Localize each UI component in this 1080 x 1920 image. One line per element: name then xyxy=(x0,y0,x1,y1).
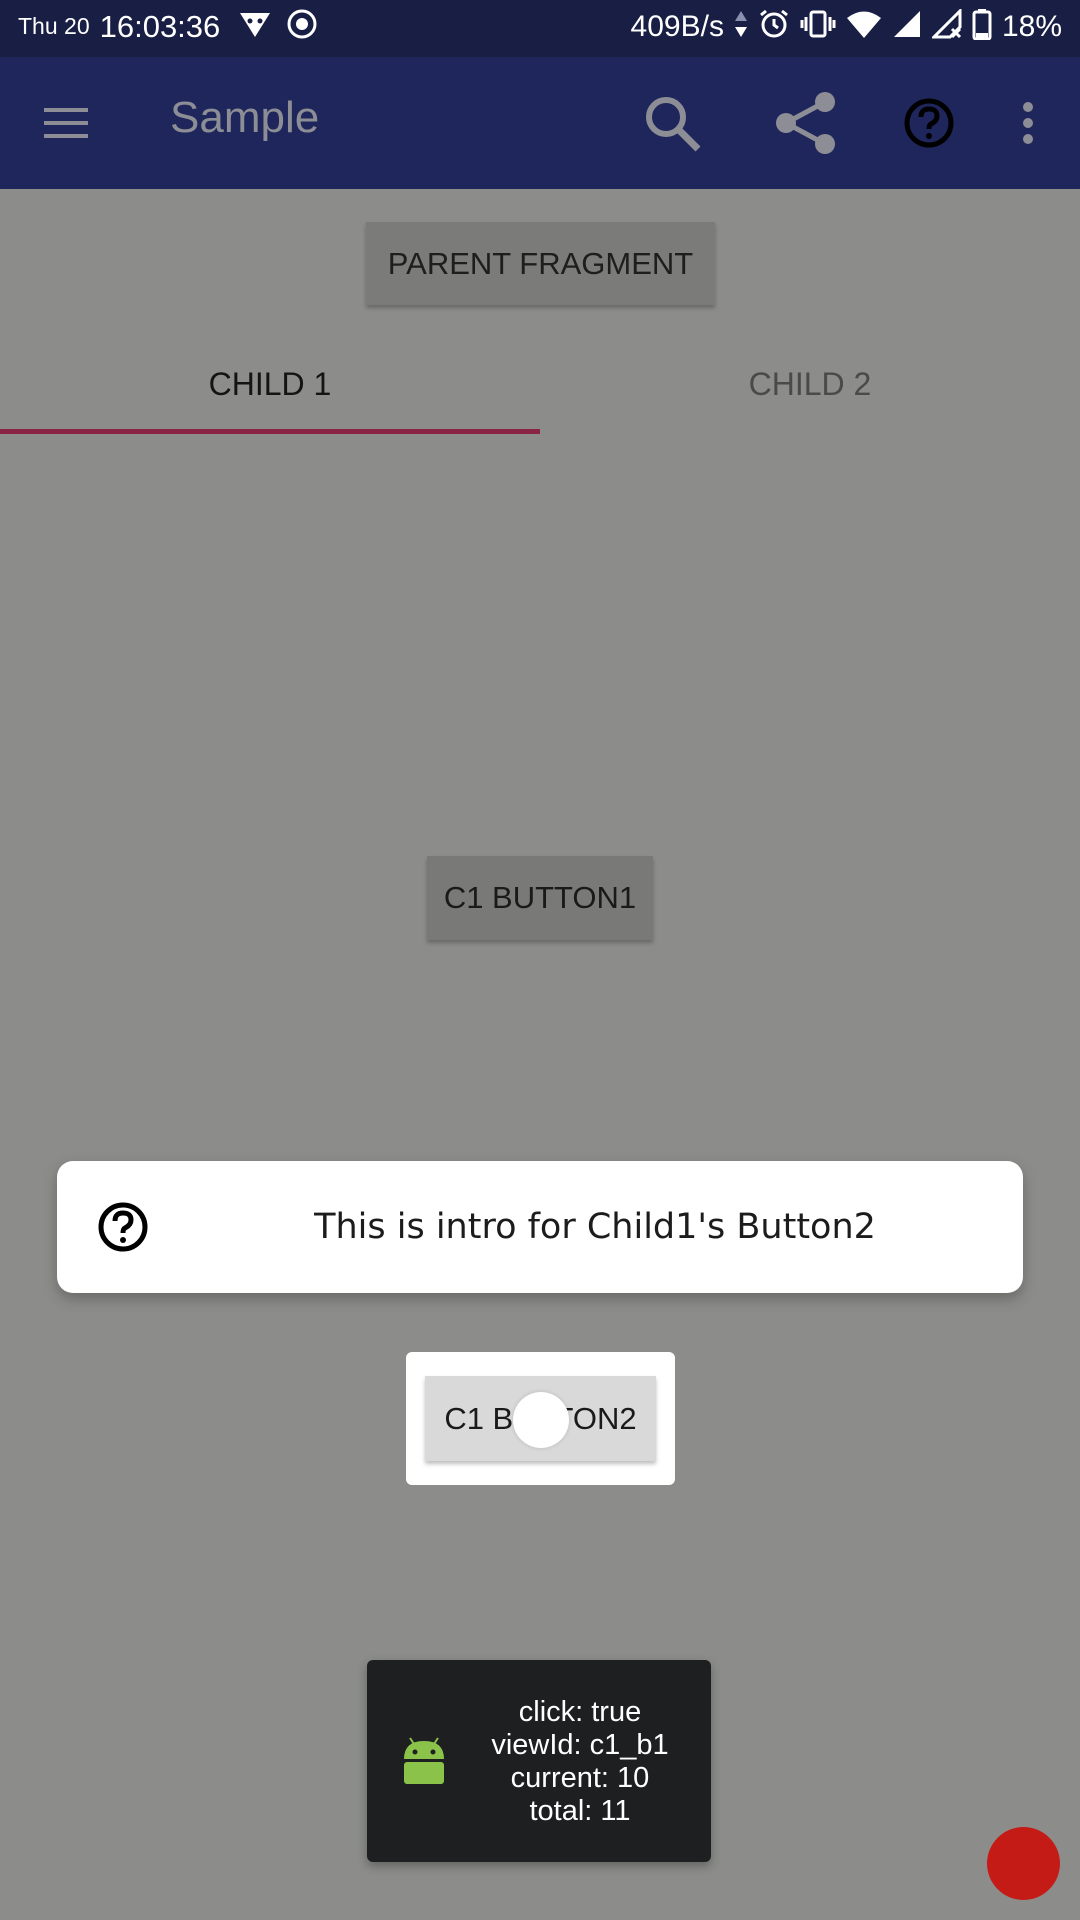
signal-no-service-icon xyxy=(930,7,962,44)
menu-icon[interactable] xyxy=(30,87,102,159)
tab-indicator xyxy=(0,429,540,434)
battery-icon xyxy=(972,8,992,45)
search-icon[interactable] xyxy=(636,87,708,159)
c1-button1[interactable]: C1 BUTTON1 xyxy=(427,856,653,940)
signal-icon xyxy=(892,9,922,44)
status-bar: Thu 20 16:03:36 409B/s 18% xyxy=(0,0,1080,57)
record-indicator-icon xyxy=(286,8,318,45)
parent-fragment-button[interactable]: PARENT FRAGMENT xyxy=(366,222,715,305)
touch-indicator xyxy=(513,1392,569,1448)
intro-text: This is intro for Child1's Button2 xyxy=(314,1207,876,1247)
wifi-icon xyxy=(846,9,882,44)
network-speed: 409B/s xyxy=(630,9,724,43)
status-time: 16:03:36 xyxy=(99,8,221,44)
status-day: Thu 20 xyxy=(18,13,90,39)
toast: click: true viewId: c1_b1 current: 10 to… xyxy=(367,1660,711,1862)
help-icon[interactable] xyxy=(893,87,965,159)
tab-child-2[interactable]: CHILD 2 xyxy=(540,329,1080,439)
data-arrows-icon xyxy=(734,9,748,44)
more-vert-icon[interactable] xyxy=(992,87,1064,159)
help-icon xyxy=(97,1201,149,1253)
toast-line: current: 10 xyxy=(510,1762,650,1794)
share-icon[interactable] xyxy=(770,87,842,159)
battery-percent: 18% xyxy=(1001,9,1062,43)
tab-child-1[interactable]: CHILD 1 xyxy=(0,329,540,439)
alarm-icon xyxy=(758,8,790,45)
android-icon xyxy=(399,1735,449,1787)
toast-line: total: 11 xyxy=(529,1795,631,1827)
app-bar: Sample xyxy=(0,57,1080,189)
toast-line: viewId: c1_b1 xyxy=(491,1729,669,1761)
intro-tooltip: This is intro for Child1's Button2 xyxy=(57,1161,1023,1293)
screen-record-dot[interactable] xyxy=(987,1827,1060,1900)
vpn-icon xyxy=(238,9,272,44)
app-title: Sample xyxy=(170,93,320,142)
vibrate-icon xyxy=(800,9,836,44)
toast-line: click: true xyxy=(518,1696,642,1728)
